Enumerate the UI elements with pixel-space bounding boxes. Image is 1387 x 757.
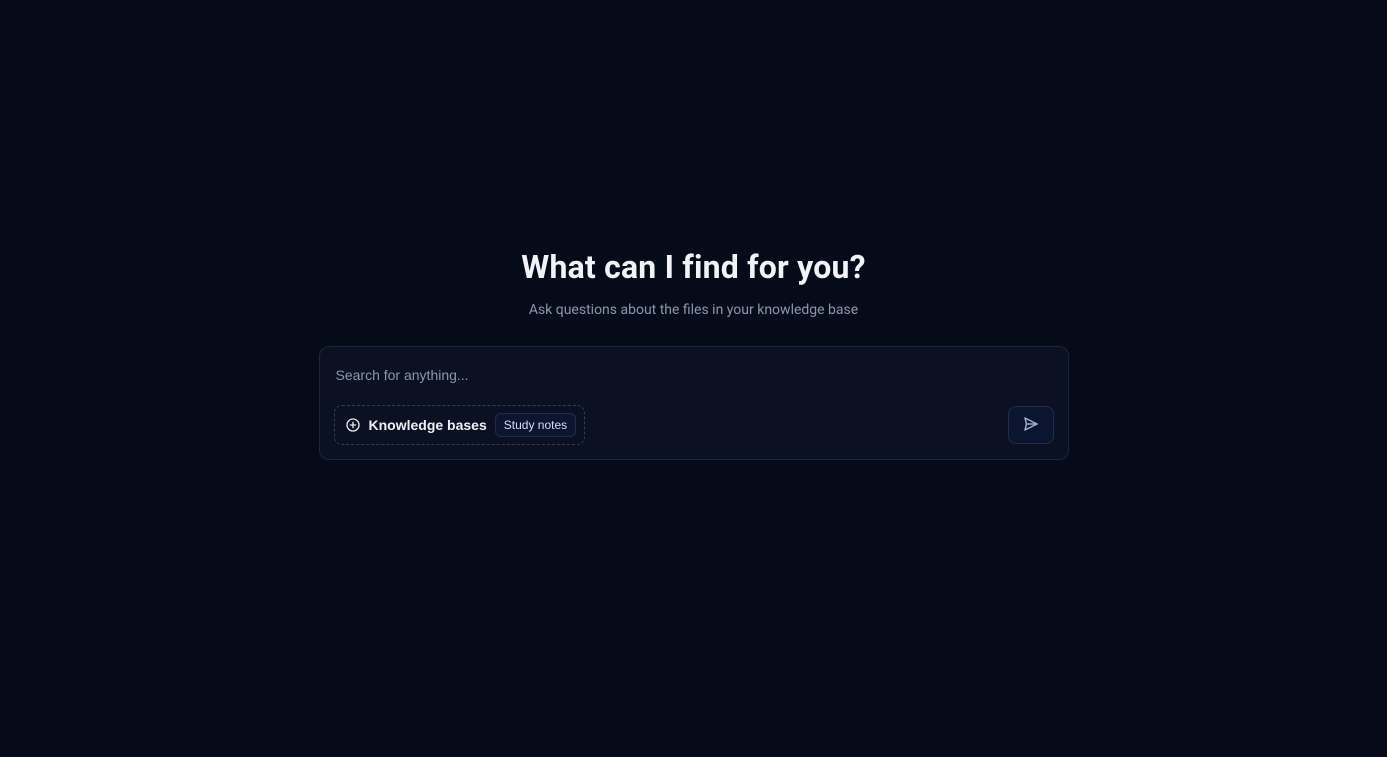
knowledge-bases-button[interactable]: Knowledge bases Study notes bbox=[334, 405, 586, 445]
page-title: What can I find for you? bbox=[521, 248, 865, 286]
knowledge-bases-label: Knowledge bases bbox=[369, 417, 487, 433]
send-icon bbox=[1022, 415, 1040, 436]
send-button[interactable] bbox=[1008, 406, 1054, 444]
plus-circle-icon bbox=[345, 417, 361, 433]
search-footer: Knowledge bases Study notes bbox=[334, 405, 1054, 445]
page-root: What can I find for you? Ask questions a… bbox=[0, 0, 1387, 757]
knowledge-base-chip: Study notes bbox=[495, 413, 576, 437]
hero: What can I find for you? Ask questions a… bbox=[521, 248, 865, 318]
search-card: Knowledge bases Study notes bbox=[319, 346, 1069, 460]
page-subtitle: Ask questions about the files in your kn… bbox=[521, 302, 865, 318]
search-input[interactable] bbox=[334, 361, 1054, 393]
